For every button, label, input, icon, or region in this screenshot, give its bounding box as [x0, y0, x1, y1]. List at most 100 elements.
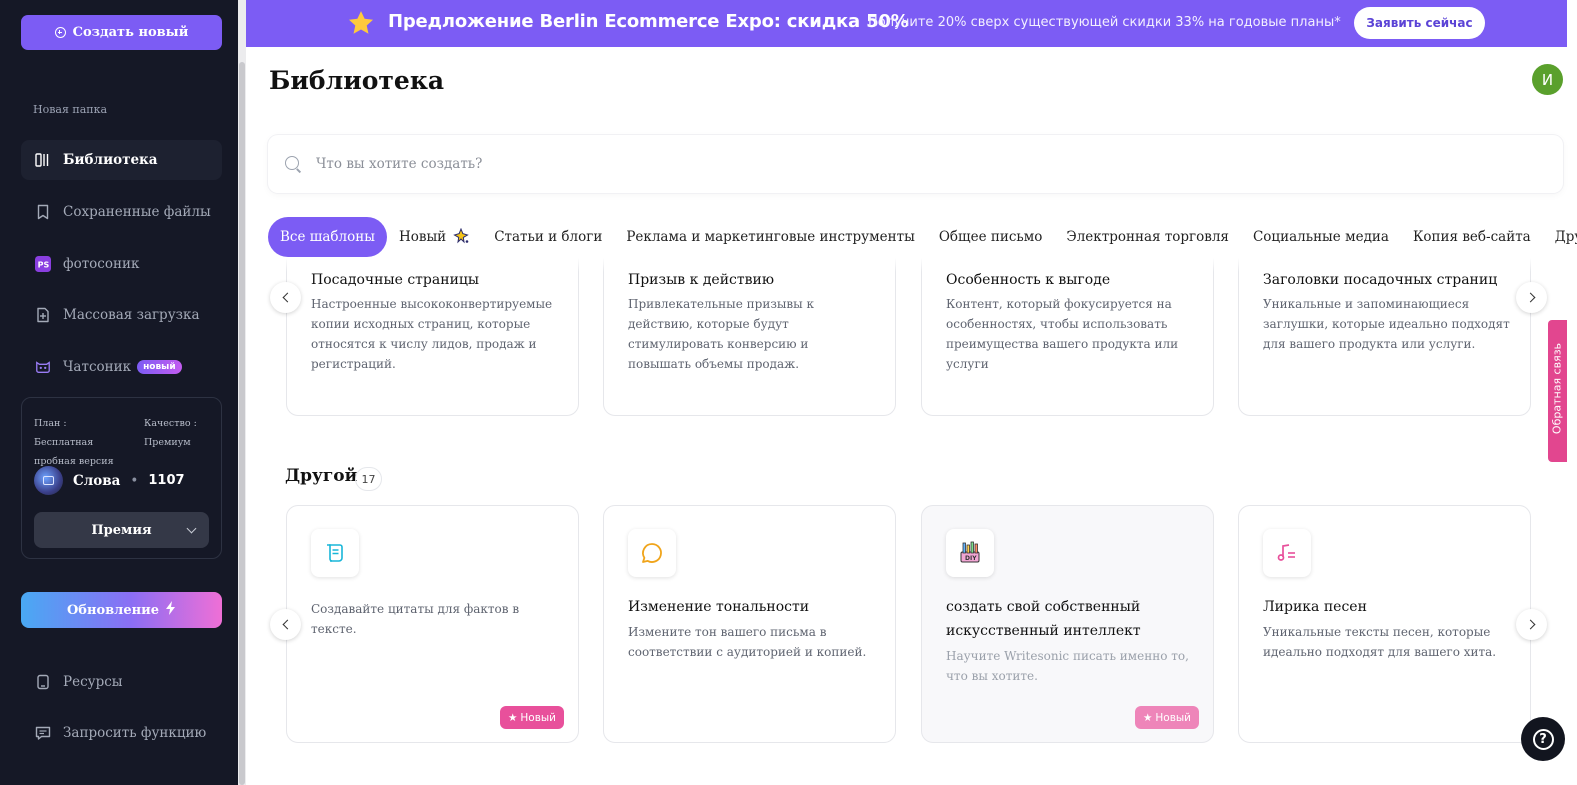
tab-label: Новый — [398, 229, 447, 245]
card-description: Уникальные и запоминающиеся заглушки, ко… — [1263, 297, 1510, 351]
help-button[interactable]: ? — [1521, 717, 1565, 761]
card-description: Измените тон вашего письма в соответстви… — [628, 625, 867, 659]
search-bar — [268, 135, 1563, 193]
sidebar-item-resources[interactable]: Ресурсы — [21, 662, 222, 702]
music-note-icon — [1263, 529, 1311, 577]
scrollbar-thumb[interactable] — [239, 62, 245, 785]
sidebar-item-label: фотосоник — [63, 256, 140, 272]
sidebar-item-library[interactable]: Библиотека — [21, 140, 222, 180]
sidebar-item-label: Библиотека — [63, 152, 158, 168]
sidebar-item-photosonic[interactable]: PS фотосоник — [21, 244, 222, 284]
carousel-prev-button[interactable] — [270, 282, 301, 313]
new-badge: новый — [137, 360, 182, 374]
card-description: Создавайте цитаты для фактов в тексте. — [311, 602, 520, 636]
claim-now-button[interactable]: Заявить сейчас — [1354, 7, 1485, 39]
card-description: Привлекательные призывы к действию, кото… — [628, 297, 815, 371]
words-count: 1107 — [148, 473, 185, 488]
tabs-fade — [246, 258, 1567, 272]
chevron-left-icon — [282, 619, 292, 630]
chevron-right-icon — [1525, 292, 1535, 303]
scroll-quote-icon — [311, 529, 359, 577]
sidebar-item-chatsonic[interactable]: Чатсоник новый — [21, 347, 222, 387]
card-description: Контент, который фокусируется на особенн… — [946, 297, 1179, 371]
template-card[interactable]: Призыв к действию Привлекательные призыв… — [603, 258, 896, 416]
tab-general-writing[interactable]: Общее письмо — [927, 217, 1055, 257]
star-icon — [347, 9, 375, 37]
tab-new[interactable]: Новый — [387, 217, 482, 257]
feature-request-icon — [35, 725, 51, 741]
separator-dot: • — [130, 472, 139, 489]
words-icon — [34, 466, 63, 495]
sidebar: Создать новый Новая папка Библиотека Сох… — [0, 0, 238, 785]
tab-ecommerce[interactable]: Электронная торговля — [1054, 217, 1241, 257]
carousel-prev-button[interactable] — [270, 609, 301, 640]
tier-select[interactable]: Премия — [34, 512, 209, 548]
quality-label: Качество : Премиум — [144, 418, 197, 448]
card-title: Изменение тональности — [628, 599, 810, 615]
svg-text:PS: PS — [38, 261, 50, 270]
upgrade-label: Обновление — [66, 602, 160, 618]
tab-ads-marketing[interactable]: Реклама и маркетинговые инструменты — [614, 217, 926, 257]
sidebar-item-label: Ресурсы — [63, 674, 123, 690]
template-card[interactable]: Лирика песен Уникальные тексты песен, ко… — [1238, 505, 1531, 743]
promo-subtitle: Получите 20% сверх существующей скидки 3… — [868, 15, 1341, 30]
words-counter: Слова • 1107 — [34, 466, 185, 495]
card-title: Лирика песен — [1263, 599, 1367, 615]
tab-website-copy[interactable]: Копия веб-сайта — [1401, 217, 1543, 257]
category-tabs: Все шаблоны Новый Статьи и блоги Реклама… — [268, 217, 1577, 257]
plan-label: План : Бесплатная пробная версия — [34, 418, 114, 467]
svg-text:DIY: DIY — [965, 555, 977, 562]
sidebar-item-label: Сохраненные файлы — [63, 204, 211, 220]
template-card[interactable]: Изменение тональности Измените тон вашег… — [603, 505, 896, 743]
card-title: создать свой собственный искусственный и… — [946, 599, 1141, 639]
tab-social-media[interactable]: Социальные медиа — [1241, 217, 1401, 257]
bookmark-icon — [35, 204, 51, 220]
resources-icon — [35, 674, 51, 690]
feedback-label: Обратная связь — [1550, 342, 1564, 435]
card-description: Уникальные тексты песен, которые идеальн… — [1263, 625, 1497, 659]
section-title: Другой — [285, 466, 358, 486]
tier-select-value: Премия — [91, 522, 152, 538]
promo-title: Предложение Berlin Ecommerce Expo: скидк… — [388, 11, 909, 32]
template-card[interactable]: Посадочные страницы Настроенные высококо… — [286, 258, 579, 416]
library-icon — [35, 152, 51, 168]
new-folder-label[interactable]: Новая папка — [33, 103, 107, 116]
feedback-tab[interactable]: Обратная связь — [1548, 320, 1567, 462]
sidebar-scrollbar[interactable] — [238, 0, 246, 785]
tab-articles-blogs[interactable]: Статьи и блоги — [482, 217, 614, 257]
template-card[interactable]: DIY создать свой собственный искусственн… — [921, 505, 1214, 743]
speech-bubble-icon — [628, 529, 676, 577]
template-card[interactable]: Особенность к выгоде Контент, который фо… — [921, 258, 1214, 416]
new-tag: ★ Новый — [499, 706, 564, 729]
star-small-icon: ★ — [1142, 711, 1153, 724]
upgrade-button[interactable]: Обновление — [21, 592, 222, 628]
words-label: Слова — [73, 472, 121, 489]
tab-other[interactable]: Другой — [1543, 217, 1577, 257]
new-tag-label: Новый — [520, 711, 556, 724]
section-count-badge: 17 — [355, 467, 382, 491]
new-tag-label: Новый — [1155, 711, 1191, 724]
question-icon: ? — [1532, 728, 1554, 750]
sidebar-item-label: Чатсоник — [63, 359, 132, 375]
card-description: Настроенные высококонвертируемые копии и… — [311, 297, 553, 371]
photosonic-logo-icon: PS — [35, 256, 51, 272]
plus-circle-icon — [54, 27, 66, 38]
sidebar-item-bulk-upload[interactable]: Массовая загрузка — [21, 295, 222, 335]
avatar[interactable]: И — [1532, 64, 1563, 95]
carousel-next-button[interactable] — [1516, 609, 1547, 640]
search-input[interactable] — [316, 156, 1416, 172]
promo-banner: Предложение Berlin Ecommerce Expo: скидк… — [246, 0, 1567, 47]
tab-all-templates[interactable]: Все шаблоны — [268, 217, 387, 257]
create-new-button[interactable]: Создать новый — [21, 15, 222, 50]
template-card[interactable]: Создавайте цитаты для фактов в тексте. ★… — [286, 505, 579, 743]
page-title: Библиотека — [269, 66, 445, 95]
lightning-icon — [165, 601, 176, 619]
carousel-next-button[interactable] — [1516, 282, 1547, 313]
diy-tools-icon: DIY — [946, 529, 994, 577]
sidebar-item-feature-request[interactable]: Запросить функцию — [21, 713, 222, 753]
plan-panel: План : Бесплатная пробная версия Качеств… — [21, 397, 222, 559]
template-card[interactable]: Заголовки посадочных страниц Уникальные … — [1238, 258, 1531, 416]
chevron-down-icon — [186, 523, 197, 534]
sparkle-icon — [452, 228, 470, 246]
sidebar-item-saved-files[interactable]: Сохраненные файлы — [21, 192, 222, 232]
